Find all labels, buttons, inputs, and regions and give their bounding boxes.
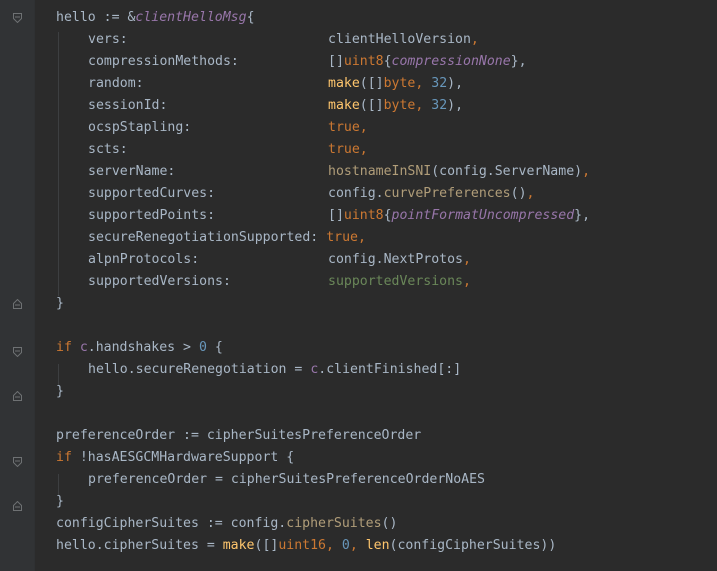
fold-close-icon[interactable] bbox=[13, 299, 22, 309]
code-line: preferenceOrder = cipherSuitesPreference… bbox=[88, 472, 485, 487]
fold-close-icon[interactable] bbox=[13, 501, 22, 511]
code-line: random: make([]byte, 32), bbox=[88, 76, 464, 91]
fold-close-icon[interactable] bbox=[13, 391, 22, 401]
fold-open-icon[interactable] bbox=[13, 13, 22, 23]
code-line: if c.handshakes > 0 { bbox=[56, 340, 223, 355]
code-line: supportedCurves: config.curvePreferences(… bbox=[88, 186, 535, 201]
code-line: supportedVersions: supportedVersions, bbox=[88, 274, 471, 289]
code-line: secureRenegotiationSupported: true, bbox=[88, 230, 366, 245]
code-line: hello := &clientHelloMsg{ bbox=[56, 10, 255, 25]
code-line: alpnProtocols: config.NextProtos, bbox=[88, 252, 471, 267]
gutter-separator bbox=[34, 0, 35, 571]
code-line: } bbox=[56, 494, 64, 509]
code-line: } bbox=[56, 384, 64, 399]
code-line: } bbox=[56, 296, 64, 311]
fold-open-icon[interactable] bbox=[13, 457, 22, 467]
code-content[interactable]: hello := &clientHelloMsg{ vers: clientHel… bbox=[56, 7, 590, 557]
code-line: scts: true, bbox=[88, 142, 368, 157]
code-line: sessionId: make([]byte, 32), bbox=[88, 98, 464, 113]
fold-open-icon[interactable] bbox=[13, 347, 22, 357]
code-line: supportedPoints: []uint8{pointFormatUncom… bbox=[88, 208, 591, 223]
code-line: if !hasAESGCMHardwareSupport { bbox=[56, 450, 295, 465]
code-line: hello.cipherSuites = make([]uint16, 0, l… bbox=[56, 538, 557, 553]
code-editor[interactable]: hello := &clientHelloMsg{ vers: clientHel… bbox=[0, 0, 717, 571]
code-line: serverName: hostnameInSNI(config.ServerNa… bbox=[88, 164, 591, 179]
code-line: preferenceOrder := cipherSuitesPreferenc… bbox=[56, 428, 422, 443]
code-line: ocspStapling: true, bbox=[88, 120, 368, 135]
code-line: vers: clientHelloVersion, bbox=[88, 32, 479, 47]
code-line: hello.secureRenegotiation = c.clientFini… bbox=[88, 362, 462, 377]
editor-gutter bbox=[0, 0, 34, 571]
code-line: configCipherSuites := config.cipherSuite… bbox=[56, 516, 398, 531]
code-line: compressionMethods: []uint8{compressionNo… bbox=[88, 54, 527, 69]
